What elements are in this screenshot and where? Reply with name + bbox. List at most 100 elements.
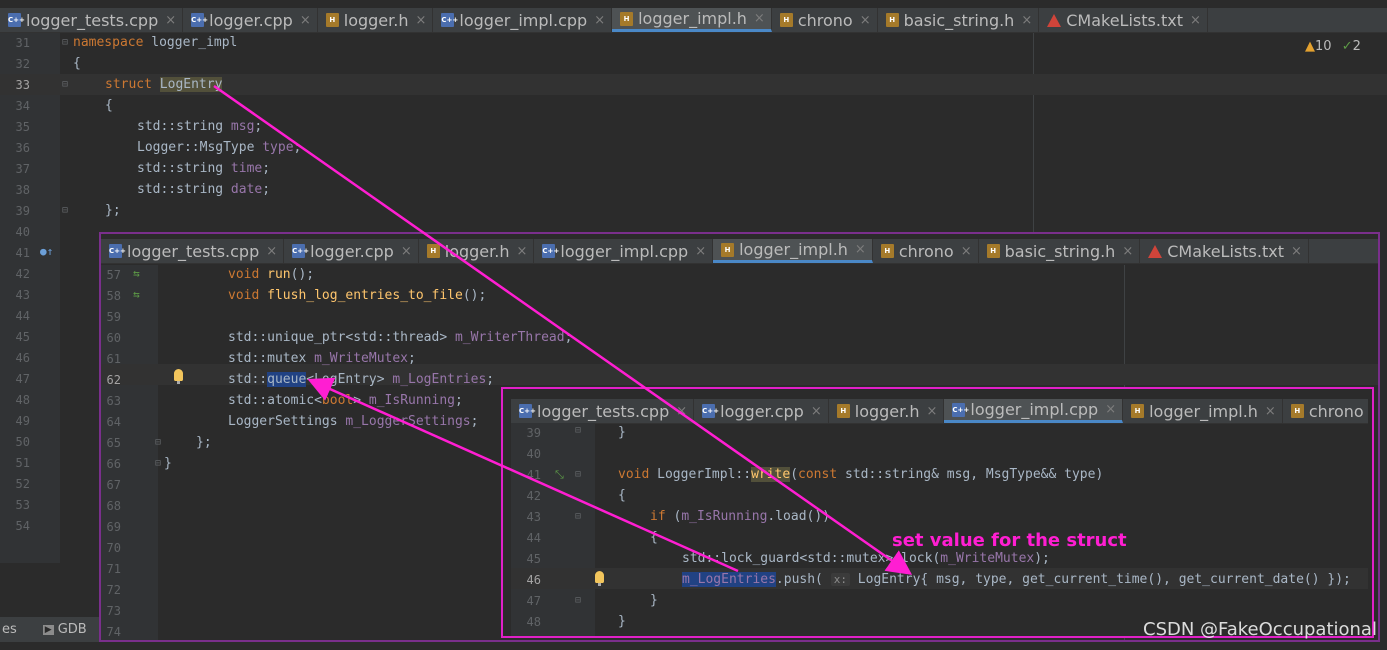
line-number: 61: [106, 352, 121, 366]
line-number: 43: [526, 510, 541, 524]
line-number: 47: [15, 372, 30, 386]
check-icon: ✓: [1341, 39, 1353, 54]
full-tab-0[interactable]: C++ logger_tests.cpp ×: [101, 239, 285, 263]
full-tab-2[interactable]: Hlogger.h ×: [318, 8, 434, 32]
gdb-icon: ▶: [42, 624, 54, 635]
tab-label: logger_impl.cpp: [970, 400, 1099, 419]
close-icon[interactable]: ×: [1190, 13, 1201, 28]
cpp-file-icon: C++: [292, 244, 309, 258]
annotation-text: set value for the struct: [892, 530, 1127, 551]
line-number: 31: [15, 36, 30, 50]
header-file-icon: H: [721, 242, 735, 257]
code-line-38: std::string date;: [137, 182, 271, 197]
line-number: 40: [15, 225, 30, 239]
small-tab-1[interactable]: C++ logger.cpp ×: [694, 399, 829, 423]
full-tab-7[interactable]: CMakeLists.txt ×: [1140, 239, 1309, 263]
close-icon[interactable]: ×: [811, 404, 822, 419]
close-icon[interactable]: ×: [300, 13, 311, 28]
close-icon[interactable]: ×: [1122, 244, 1133, 259]
line-number: 43: [15, 288, 30, 302]
inspection-widget[interactable]: ▲10 ✓2: [1305, 39, 1361, 54]
line-number: 59: [106, 310, 121, 324]
full-tab-2[interactable]: Hlogger.h ×: [419, 239, 535, 263]
override-icon[interactable]: ●↑: [40, 245, 53, 258]
close-icon[interactable]: ×: [165, 13, 176, 28]
tab-label: basic_string.h: [903, 10, 1015, 30]
cpp-file-icon: C++: [702, 404, 719, 418]
line-number: 66: [106, 457, 121, 471]
code-line-31: namespace logger_impl: [73, 35, 238, 50]
cpp-file-icon: C++: [441, 13, 458, 27]
line-number: 36: [15, 141, 30, 155]
full-tab-4[interactable]: Hlogger_impl.h ×: [612, 8, 772, 32]
tool-tab-left[interactable]: es: [2, 622, 17, 637]
full-tab-0[interactable]: C++ logger_tests.cpp ×: [0, 8, 184, 32]
full-tab-5[interactable]: Hchrono ×: [873, 239, 979, 263]
full-tab-6[interactable]: Hbasic_string.h ×: [878, 8, 1040, 32]
close-icon[interactable]: ×: [516, 244, 527, 259]
cpp-file-icon: C++: [542, 244, 559, 258]
bottom-tool-bar: es ▶ GDB: [0, 617, 102, 642]
tab-label: logger_impl.h: [1149, 401, 1258, 421]
tab-bar-3: C++ logger_tests.cpp × C++ logger.cpp × Hlogge…: [511, 399, 1368, 424]
line-number: 46: [526, 573, 541, 587]
full-tab-1[interactable]: C++ logger.cpp ×: [284, 239, 419, 263]
full-tab-6[interactable]: Hbasic_string.h ×: [979, 239, 1141, 263]
main-tab-bar: C++ logger_tests.cpp × C++ logger.cpp × Hlogge…: [0, 8, 1387, 33]
close-icon[interactable]: ×: [676, 404, 687, 419]
tool-tab-gdb[interactable]: GDB: [58, 622, 87, 637]
full-tab-5[interactable]: Hchrono ×: [772, 8, 878, 32]
line-number: 33: [15, 78, 30, 92]
close-icon[interactable]: ×: [860, 13, 871, 28]
close-icon[interactable]: ×: [855, 242, 866, 257]
line-number: 40: [526, 447, 541, 461]
tab-label: CMakeLists.txt: [1066, 10, 1183, 30]
close-icon[interactable]: ×: [1291, 244, 1302, 259]
header-file-icon: H: [779, 13, 793, 27]
small-tab-0[interactable]: C++ logger_tests.cpp ×: [511, 399, 695, 423]
close-icon[interactable]: ×: [1265, 404, 1276, 419]
header-file-icon: H: [620, 11, 634, 26]
lightbulb-icon[interactable]: [174, 369, 183, 384]
small-tab-3[interactable]: C++ logger_impl.cpp ×: [944, 399, 1124, 423]
small-tab-2[interactable]: Hlogger.h ×: [829, 399, 945, 423]
screenshot-3-frame: C++ logger_tests.cpp × C++ logger.cpp × Hlogge…: [501, 387, 1374, 638]
full-tab-3[interactable]: C++ logger_impl.cpp ×: [534, 239, 714, 263]
line-number: 69: [106, 520, 121, 534]
line-number: 38: [15, 183, 30, 197]
close-icon[interactable]: ×: [961, 244, 972, 259]
cpp-file-icon: C++: [519, 404, 536, 418]
close-icon[interactable]: ×: [695, 244, 706, 259]
code-line-34: {: [105, 98, 113, 113]
line-number: 45: [526, 552, 541, 566]
full-tab-1[interactable]: C++ logger.cpp ×: [183, 8, 318, 32]
cpp-file-icon: C++: [191, 13, 208, 27]
tab-label: logger_tests.cpp: [127, 241, 260, 261]
tab-bar-2: C++ logger_tests.cpp × C++ logger.cpp × Hlogge…: [101, 239, 1378, 264]
small-tab-4[interactable]: Hlogger_impl.h ×: [1123, 399, 1283, 423]
cpp-file-icon: C++: [109, 244, 126, 258]
tab-label: chrono: [1308, 401, 1364, 421]
line-number: 62: [106, 373, 121, 387]
close-icon[interactable]: ×: [401, 244, 412, 259]
line-number: 41: [15, 246, 30, 260]
tab-label: logger_impl.cpp: [560, 241, 689, 261]
struct-name[interactable]: LogEntry: [159, 77, 223, 92]
close-icon[interactable]: ×: [754, 11, 765, 26]
tab-label: logger.cpp: [209, 10, 293, 30]
close-icon[interactable]: ×: [415, 13, 426, 28]
lightbulb-icon-2[interactable]: [595, 571, 604, 586]
line-number: 35: [15, 120, 30, 134]
full-tab-3[interactable]: C++ logger_impl.cpp ×: [433, 8, 613, 32]
code-line-33: struct LogEntry: [105, 77, 223, 92]
watermark: CSDN @FakeOccupational: [1143, 619, 1377, 640]
close-icon[interactable]: ×: [926, 404, 937, 419]
full-tab-4[interactable]: Hlogger_impl.h ×: [713, 239, 873, 263]
close-icon[interactable]: ×: [266, 244, 277, 259]
full-tab-7[interactable]: CMakeLists.txt ×: [1039, 8, 1208, 32]
close-icon[interactable]: ×: [594, 13, 605, 28]
close-icon[interactable]: ×: [1021, 13, 1032, 28]
close-icon[interactable]: ×: [1105, 402, 1116, 417]
line-number: 48: [526, 615, 541, 629]
small-tab-5[interactable]: Hchrono×: [1283, 399, 1368, 423]
